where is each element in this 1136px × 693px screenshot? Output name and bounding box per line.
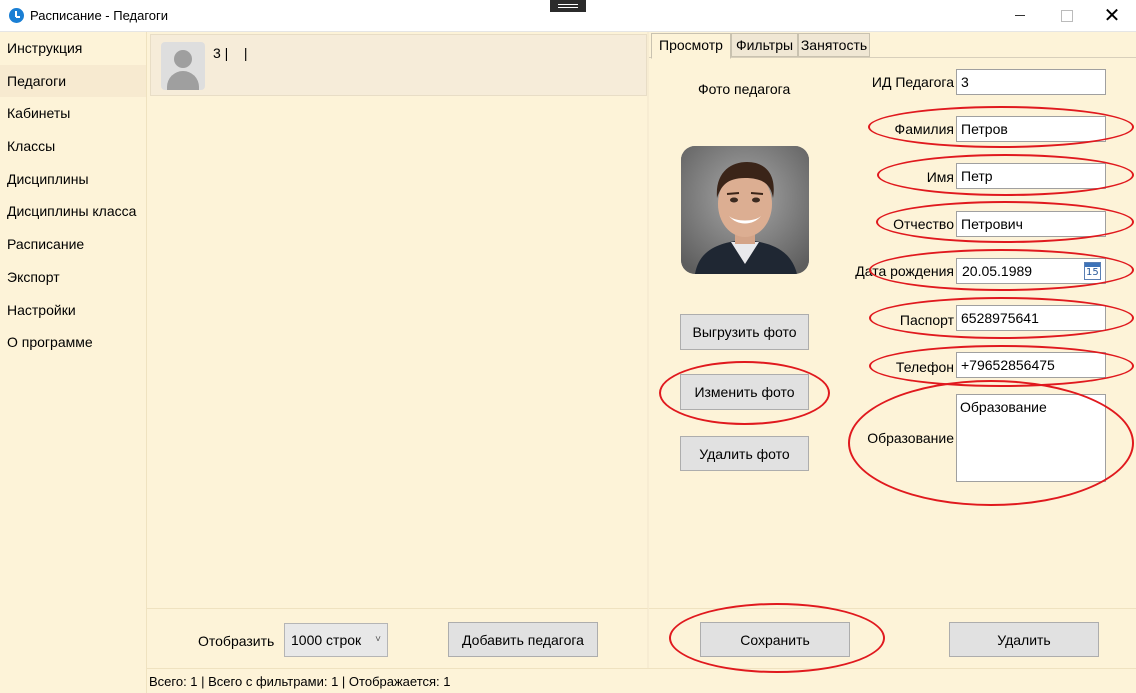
phone-field[interactable]: +79652856475 xyxy=(956,352,1106,378)
sidebar-item-schedule[interactable]: Расписание xyxy=(0,228,146,261)
calendar-icon[interactable]: 15 xyxy=(1084,262,1101,280)
list-toolbar: Отобразить 1000 строк ˅ Добавить педагог… xyxy=(147,608,649,668)
patronymic-field[interactable]: Петрович xyxy=(956,211,1106,237)
sidebar-item-classes[interactable]: Классы xyxy=(0,130,146,163)
tab-view[interactable]: Просмотр xyxy=(651,33,731,59)
close-button[interactable]: ✕ xyxy=(1089,0,1135,31)
sidebar-item-class-disciplines[interactable]: Дисциплины класса xyxy=(0,195,146,228)
delete-photo-button[interactable]: Удалить фото xyxy=(680,436,809,471)
clock-app-icon xyxy=(9,8,24,23)
calendar-day: 15 xyxy=(1086,267,1099,278)
firstname-field[interactable]: Петр xyxy=(956,163,1106,189)
minimize-button[interactable] xyxy=(997,0,1043,31)
add-teacher-button[interactable]: Добавить педагога xyxy=(448,622,598,657)
delete-button[interactable]: Удалить xyxy=(949,622,1099,657)
chevron-down-icon: ˅ xyxy=(375,634,381,645)
sidebar-item-disciplines[interactable]: Дисциплины xyxy=(0,163,146,196)
sidebar-item-about[interactable]: О программе xyxy=(0,326,146,359)
sidebar-item-rooms[interactable]: Кабинеты xyxy=(0,97,146,130)
list-item[interactable]: 3 | | xyxy=(150,34,647,96)
save-button[interactable]: Сохранить xyxy=(700,622,850,657)
tab-filters[interactable]: Фильтры xyxy=(731,33,798,57)
passport-label: Паспорт xyxy=(899,312,954,328)
list-item-text: 3 | | xyxy=(213,45,248,61)
upload-photo-button[interactable]: Выгрузить фото xyxy=(680,314,809,350)
sidebar-item-instruction[interactable]: Инструкция xyxy=(0,32,146,65)
sidebar-item-teachers[interactable]: Педагоги xyxy=(0,64,146,98)
education-textarea[interactable]: Образование xyxy=(956,394,1106,482)
display-label: Отобразить xyxy=(198,633,275,649)
window-title: Расписание - Педагоги xyxy=(30,8,169,23)
teacher-photo xyxy=(681,146,809,274)
avatar-placeholder-icon xyxy=(161,42,205,90)
photo-title: Фото педагога xyxy=(698,81,791,97)
phone-label: Телефон xyxy=(895,359,954,375)
id-label: ИД Педагога xyxy=(871,74,954,90)
birthdate-label: Дата рождения xyxy=(855,263,954,279)
teacher-list: 3 | | xyxy=(147,32,649,608)
passport-field[interactable]: 6528975641 xyxy=(956,305,1106,331)
status-text: Всего: 1 | Всего с фильтрами: 1 | Отобра… xyxy=(149,674,451,689)
maximize-button[interactable] xyxy=(1043,0,1089,31)
firstname-label: Имя xyxy=(926,169,954,185)
education-label: Образование xyxy=(867,430,954,446)
birthdate-picker[interactable]: 20.05.1989 15 xyxy=(956,258,1106,284)
status-bar: Всего: 1 | Всего с фильтрами: 1 | Отобра… xyxy=(147,668,1136,693)
drag-grip-icon[interactable] xyxy=(550,0,586,12)
rows-count-select[interactable]: 1000 строк ˅ xyxy=(284,623,388,657)
birthdate-value: 20.05.1989 xyxy=(962,263,1033,279)
patronymic-label: Отчество xyxy=(893,216,954,232)
rows-count-value: 1000 строк xyxy=(291,632,362,648)
lastname-label: Фамилия xyxy=(894,121,954,137)
id-field[interactable]: 3 xyxy=(956,69,1106,95)
title-bar: Расписание - Педагоги ✕ xyxy=(0,0,1136,32)
detail-panel: Просмотр Фильтры Занятость Фото педагога… xyxy=(649,32,1136,608)
lastname-field[interactable]: Петров xyxy=(956,116,1106,142)
detail-toolbar: Сохранить Удалить xyxy=(649,608,1136,668)
sidebar: Инструкция Педагоги Кабинеты Классы Дисц… xyxy=(0,32,147,693)
sidebar-item-export[interactable]: Экспорт xyxy=(0,261,146,294)
change-photo-button[interactable]: Изменить фото xyxy=(680,374,809,410)
tab-occupancy[interactable]: Занятость xyxy=(798,33,870,57)
sidebar-item-settings[interactable]: Настройки xyxy=(0,294,146,327)
